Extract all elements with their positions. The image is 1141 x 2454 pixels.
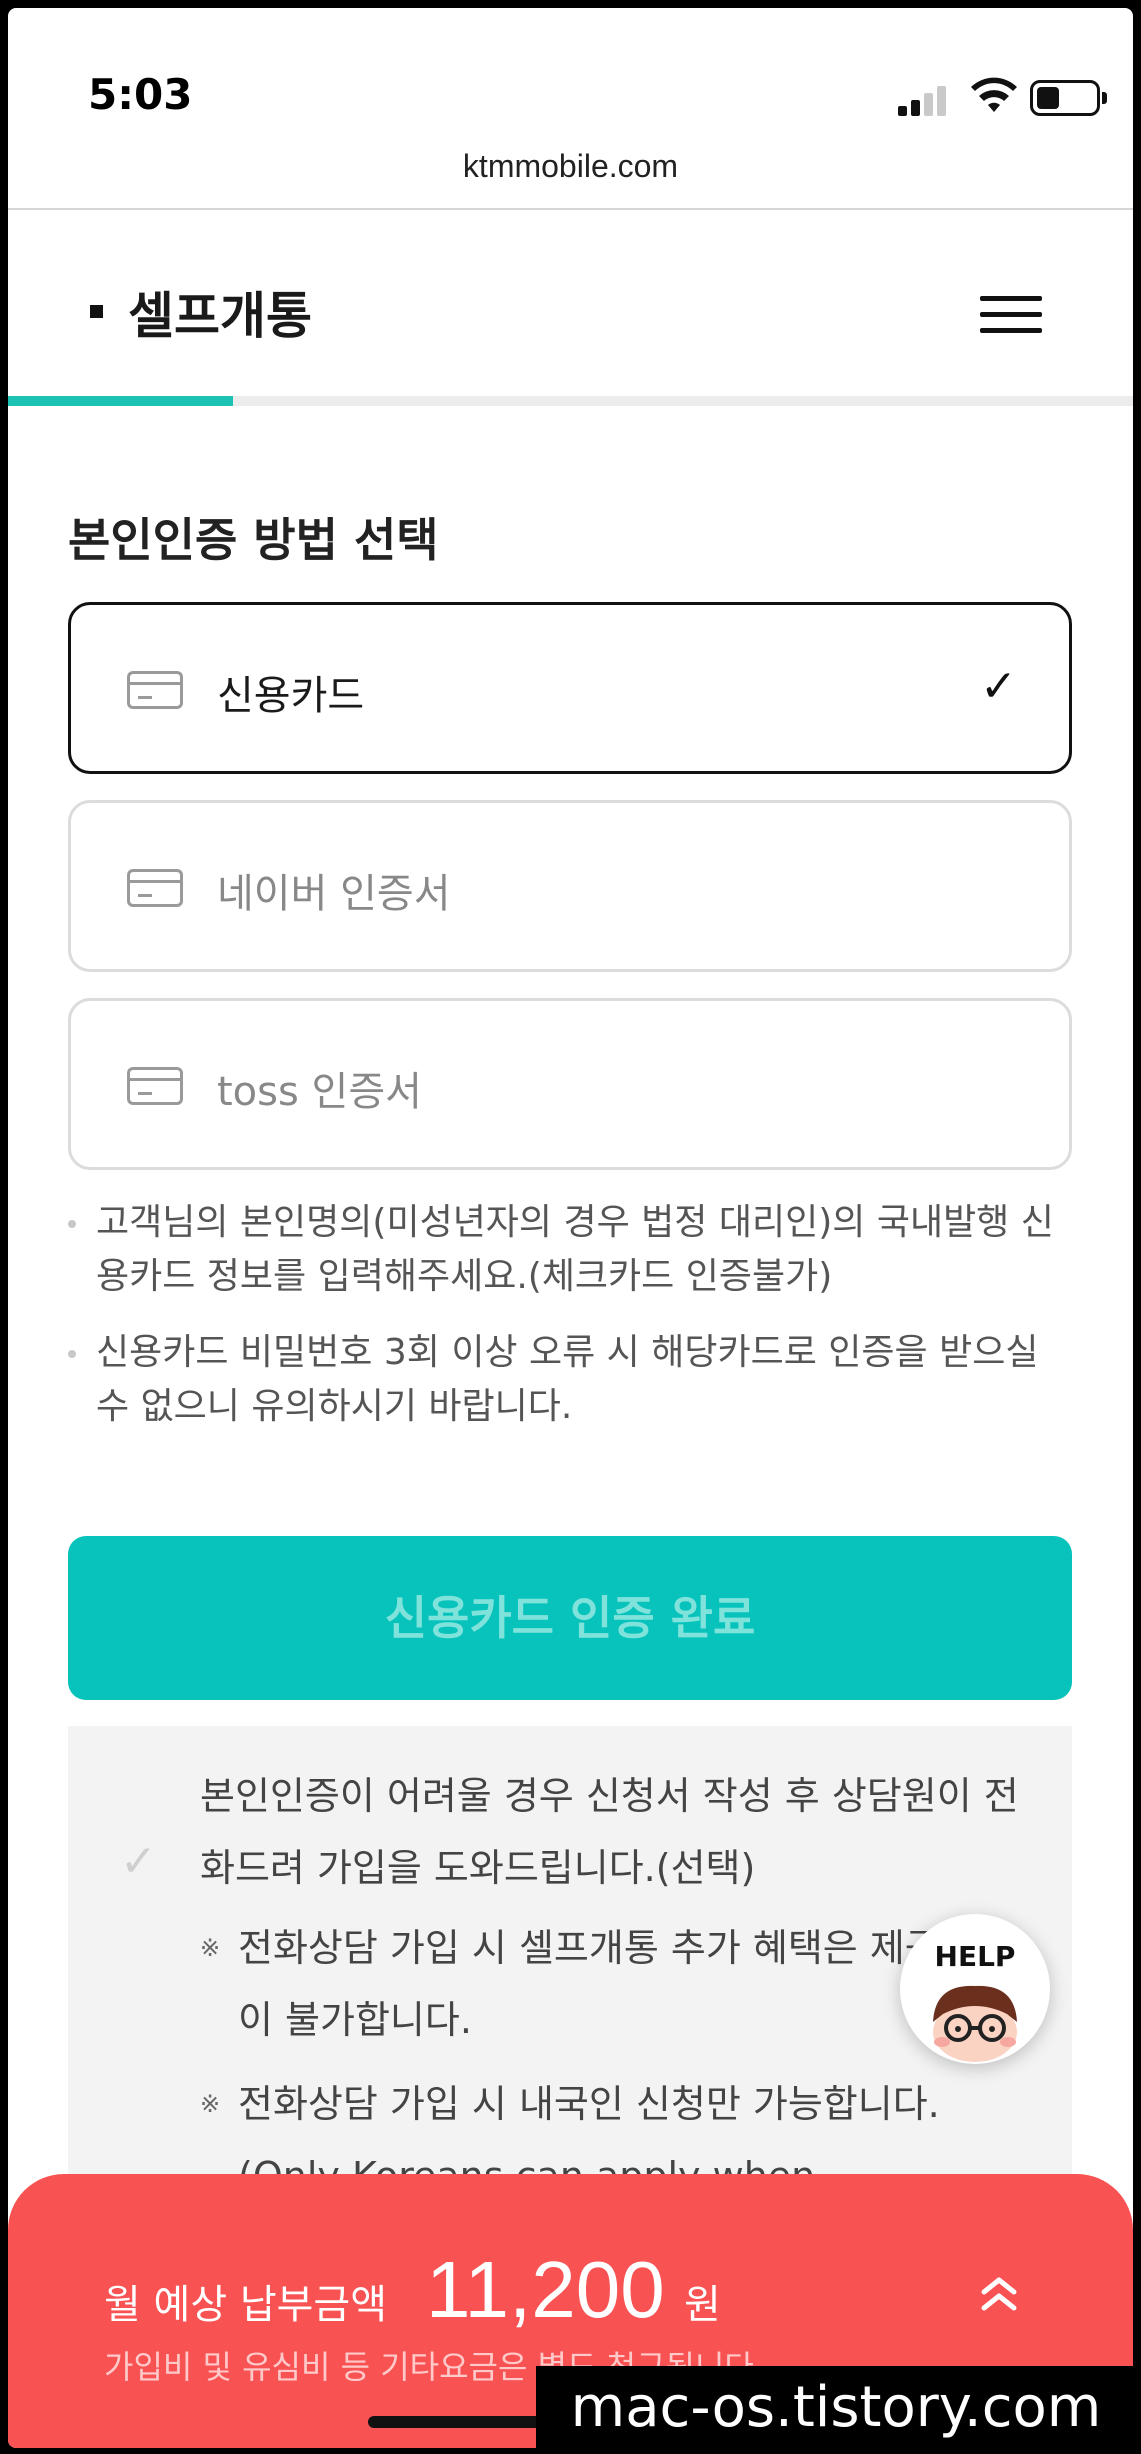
progress-fill [8, 396, 233, 406]
note-mark: ※ [200, 1934, 221, 1962]
section-title: 본인인증 방법 선택 [68, 513, 439, 567]
consult-main-text[interactable]: 본인인증이 어려울 경우 신청서 작성 후 상담원이 전화드려 가입을 도와드립… [200, 1760, 1020, 1904]
auth-option-toss[interactable]: toss 인증서 [68, 998, 1072, 1170]
credit-card-icon [127, 1067, 183, 1105]
status-bar: 5:03 [8, 8, 1133, 138]
hamburger-menu-icon[interactable] [980, 292, 1042, 338]
note-item: 고객님의 본인명의(미성년자의 경우 법정 대리인)의 국내발행 신용카드 정보… [68, 1196, 1078, 1304]
auth-option-label: 신용카드 [217, 673, 365, 719]
help-button[interactable]: HELP [900, 1914, 1050, 2064]
note-item: 신용카드 비밀번호 3회 이상 오류 시 해당카드로 인증을 받으실 수 없으니… [68, 1326, 1078, 1434]
browser-url[interactable]: ktmmobile.com [8, 148, 1133, 185]
credit-card-icon [127, 671, 183, 709]
fee-amount: 11,200 [426, 2245, 665, 2334]
auth-option-credit-card[interactable]: 신용카드 ✓ [68, 602, 1072, 774]
double-chevron-up-icon[interactable] [974, 2270, 1024, 2320]
battery-icon [1030, 80, 1107, 116]
check-icon: ✓ [980, 661, 1017, 712]
credit-card-auth-complete-button[interactable]: 신용카드 인증 완료 [68, 1536, 1072, 1700]
auth-option-naver[interactable]: 네이버 인증서 [68, 800, 1072, 972]
note-mark: ※ [200, 2090, 221, 2118]
status-time: 5:03 [88, 70, 193, 119]
consult-checkbox-icon[interactable]: ✓ [120, 1836, 157, 1887]
consult-sub-text: 전화상담 가입 시 내국인 신청만 가능합니다. [238, 2082, 940, 2126]
help-avatar-icon [933, 1985, 1017, 2062]
screen: 5:03 ktmmobile.com 셀프개통 본인인증 방법 선택 신용카드 … [8, 8, 1133, 2448]
consult-sub-text: 전화상담 가입 시 셀프개통 추가 혜택은 제공이 불가합니다. [238, 1926, 940, 2042]
consult-sub-item: ※ 전화상담 가입 시 셀프개통 추가 혜택은 제공이 불가합니다. [200, 1912, 960, 2056]
progress-bar [8, 396, 1133, 406]
auth-option-label: toss 인증서 [217, 1069, 422, 1115]
phone-frame: 5:03 ktmmobile.com 셀프개통 본인인증 방법 선택 신용카드 … [0, 0, 1141, 2454]
wifi-icon [971, 77, 1017, 112]
page-header: 셀프개통 [8, 210, 1133, 406]
page-title: 셀프개통 [128, 287, 312, 345]
cellular-signal-icon [898, 84, 950, 116]
fee-label: 월 예상 납부금액 [104, 2282, 388, 2328]
watermark: mac-os.tistory.com [536, 2366, 1136, 2450]
fee-unit: 원 [684, 2282, 721, 2328]
auth-notes: 고객님의 본인명의(미성년자의 경우 법정 대리인)의 국내발행 신용카드 정보… [68, 1196, 1078, 1456]
auth-option-label: 네이버 인증서 [217, 871, 451, 917]
credit-card-icon [127, 869, 183, 907]
title-bullet [90, 305, 103, 318]
consult-sub-item: ※ 전화상담 가입 시 내국인 신청만 가능합니다. [200, 2068, 960, 2140]
